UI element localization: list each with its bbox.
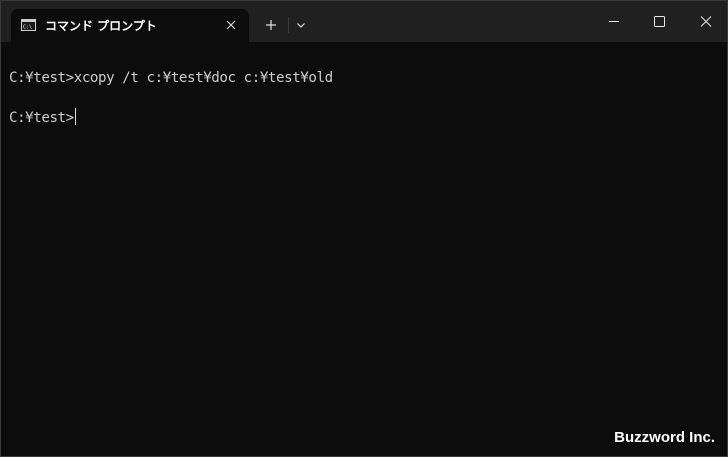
tab-close-button[interactable]: [221, 15, 241, 35]
maximize-icon: [654, 16, 665, 27]
svg-text:C:\: C:\: [23, 25, 32, 31]
terminal-output[interactable]: C:¥test>xcopy /t c:¥test¥doc c:¥test¥old…: [1, 42, 727, 456]
text-cursor: [74, 108, 76, 125]
tab-command-prompt[interactable]: C:\ コマンド プロンプト: [11, 9, 249, 42]
chevron-down-icon: [297, 23, 305, 28]
dropdown-button[interactable]: [291, 14, 311, 36]
close-icon: [700, 16, 712, 27]
maximize-button[interactable]: [637, 1, 683, 42]
terminal-window: C:\ コマンド プロンプト C:¥test>xcopy /t c:¥test¥…: [0, 0, 728, 457]
terminal-prompt-line[interactable]: C:¥test>: [9, 108, 76, 127]
close-icon: [226, 20, 236, 30]
watermark: Buzzword Inc.: [614, 429, 715, 446]
tab-title: コマンド プロンプト: [45, 19, 157, 33]
title-bar[interactable]: C:\ コマンド プロンプト: [1, 1, 727, 42]
terminal-prompt: C:¥test>: [9, 110, 74, 126]
close-window-button[interactable]: [683, 1, 727, 42]
tab-separator: [288, 17, 289, 33]
minimize-icon: [609, 21, 619, 22]
new-tab-button[interactable]: [260, 14, 282, 36]
minimize-button[interactable]: [591, 1, 637, 42]
plus-icon: [266, 20, 276, 30]
terminal-line: C:¥test>xcopy /t c:¥test¥doc c:¥test¥old: [9, 70, 333, 86]
command-prompt-icon: C:\: [21, 19, 36, 31]
